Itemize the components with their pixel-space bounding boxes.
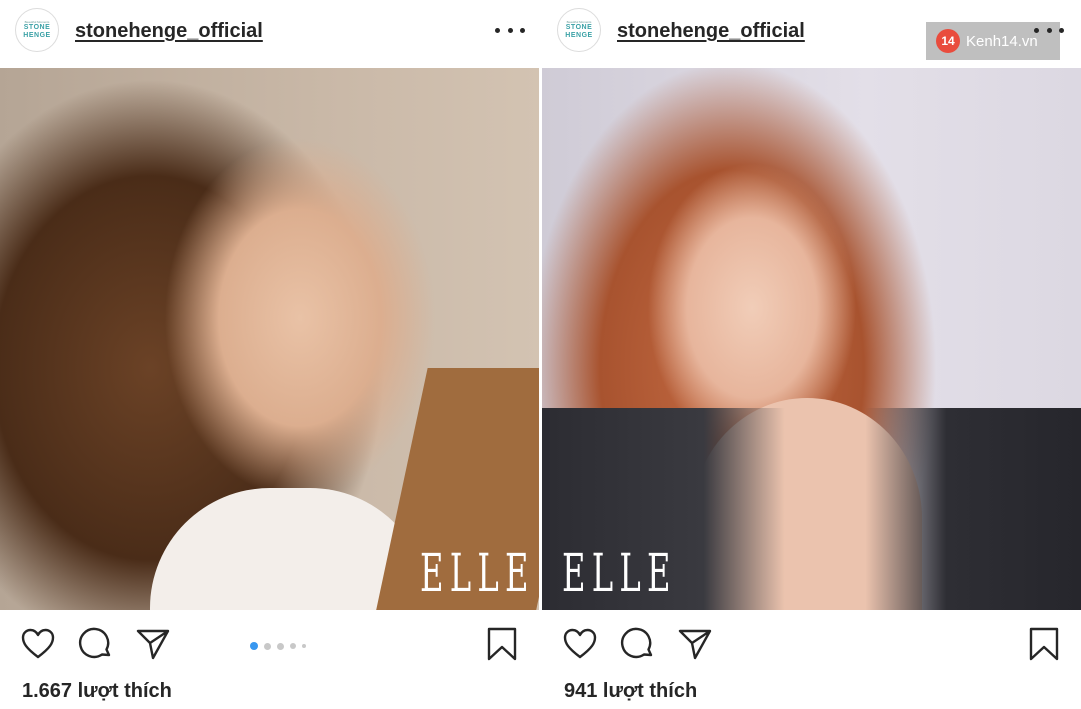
heart-icon[interactable] (562, 626, 598, 662)
post-photo[interactable]: ELLE (0, 68, 539, 610)
screenshot-collage: Beautiful Moments STONE HENGE stonehenge… (0, 0, 1081, 709)
post-actions (542, 610, 1081, 680)
kenh14-logo-icon: 14 (936, 29, 960, 53)
carousel-dot (290, 643, 296, 649)
avatar-logo-line: STONE (565, 24, 593, 31)
avatar[interactable]: Beautiful Moments STONE HENGE (15, 8, 59, 52)
likes-count[interactable]: 941 lượt thích (564, 680, 697, 703)
instagram-post-right: Beautiful Moments STONE HENGE stonehenge… (542, 0, 1081, 709)
username-link[interactable]: stonehenge_official (617, 20, 805, 43)
avatar-logo-line: STONE (23, 24, 51, 31)
more-horizontal-icon[interactable] (1034, 20, 1064, 40)
photo-brand-text: ELLE (420, 544, 535, 604)
bookmark-icon[interactable] (1026, 626, 1062, 662)
avatar-logo-line: HENGE (23, 32, 51, 39)
avatar-logo-line: HENGE (565, 32, 593, 39)
avatar[interactable]: Beautiful Moments STONE HENGE (557, 8, 601, 52)
more-horizontal-icon[interactable] (495, 20, 525, 40)
carousel-indicator (250, 642, 306, 650)
comment-bubble-icon[interactable] (620, 626, 656, 662)
post-header: Beautiful Moments STONE HENGE stonehenge… (0, 0, 539, 68)
photo-brand-text: ELLE (562, 544, 677, 604)
heart-icon[interactable] (20, 626, 56, 662)
username-link[interactable]: stonehenge_official (75, 20, 263, 43)
carousel-dot (264, 642, 271, 650)
post-actions (0, 610, 539, 680)
watermark-text: Kenh14.vn (966, 32, 1038, 50)
carousel-dot (302, 644, 306, 648)
paper-plane-icon[interactable] (677, 626, 713, 662)
bookmark-icon[interactable] (484, 626, 520, 662)
carousel-dot (250, 642, 258, 650)
post-photo[interactable]: ELLE (542, 68, 1081, 610)
comment-bubble-icon[interactable] (78, 626, 114, 662)
carousel-dot (277, 642, 284, 650)
paper-plane-icon[interactable] (135, 626, 171, 662)
likes-count[interactable]: 1.667 lượt thích (22, 680, 172, 703)
instagram-post-left: Beautiful Moments STONE HENGE stonehenge… (0, 0, 539, 709)
